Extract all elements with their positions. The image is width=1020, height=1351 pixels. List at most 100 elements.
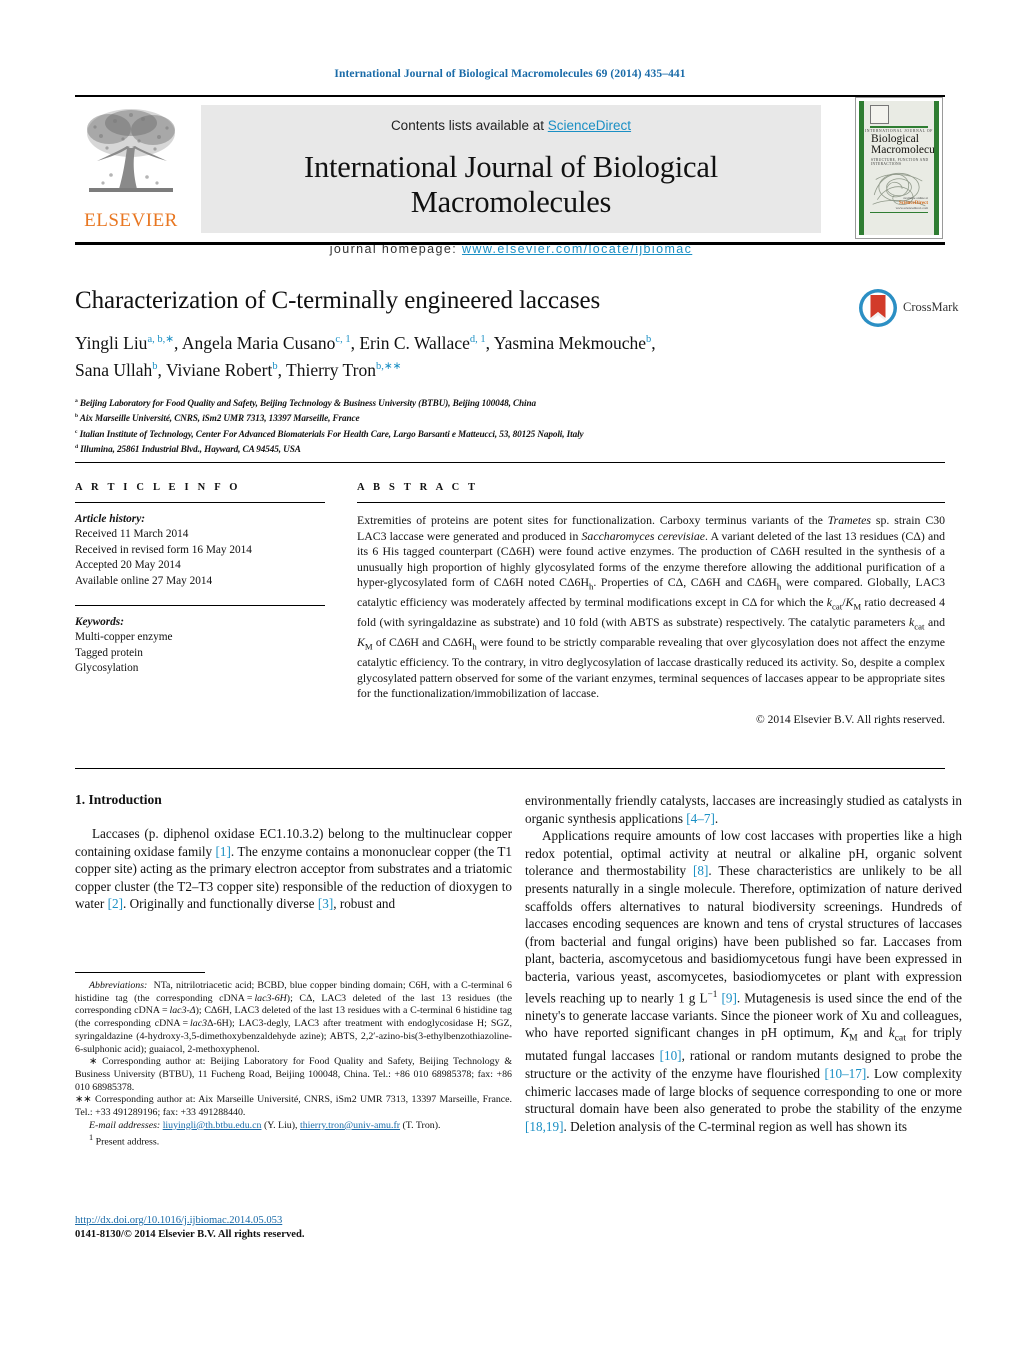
citation-ref[interactable]: [8] xyxy=(693,863,708,878)
abbreviations-note: Abbreviations: NTa, nitrilotriacetic aci… xyxy=(75,980,512,1055)
corresponding-author-text-2: Corresponding author at: Aix Marseille U… xyxy=(75,1094,512,1119)
email-note: E-mail addresses: liuyingli@th.btbu.edu.… xyxy=(75,1120,512,1133)
elsevier-wordmark: ELSEVIER xyxy=(84,210,178,231)
article-history-label: Article history: xyxy=(75,513,145,525)
keywords-rule xyxy=(75,605,325,607)
author-name: Erin C. Wallace xyxy=(359,332,470,353)
crossmark-label: CrossMark xyxy=(903,300,959,314)
affiliation-text: Illumina, 25861 Industrial Blvd., Haywar… xyxy=(80,444,301,455)
affiliation-item: d Illumina, 25861 Industrial Blvd., Hayw… xyxy=(75,441,845,457)
crossmark-icon xyxy=(859,289,897,327)
elsevier-logo: ELSEVIER xyxy=(77,103,185,238)
journal-masthead: ELSEVIER Contents lists available at Sci… xyxy=(75,95,945,256)
corresponding-author-text-1: Corresponding author at: Beijing Laborat… xyxy=(75,1056,512,1093)
affiliation-item: c Italian Institute of Technology, Cente… xyxy=(75,426,845,442)
applications-paragraph: Applications require amounts of low cost… xyxy=(525,828,962,1134)
affiliation-mark: c xyxy=(75,428,78,435)
masthead-top-rule xyxy=(75,95,945,97)
body-left-column: 1. Introduction Laccases (p. diphenol ox… xyxy=(75,792,512,913)
affiliation-text: Aix Marseille Université, CNRS, iSm2 UMR… xyxy=(79,413,360,424)
citation-ref[interactable]: [9] xyxy=(721,990,736,1005)
footnotes-block: Abbreviations: NTa, nitrilotriacetic aci… xyxy=(75,980,512,1149)
intro-paragraph: Laccases (p. diphenol oxidase EC1.10.3.2… xyxy=(75,826,512,912)
keywords-label: Keywords: xyxy=(75,616,124,629)
history-item: Received 11 March 2014 xyxy=(75,528,189,541)
journal-cover-inner: INTERNATIONAL JOURNAL OF Biological Macr… xyxy=(859,101,939,235)
abstract-rule xyxy=(357,502,945,503)
article-info-rule xyxy=(75,502,325,503)
present-address-note: 1 Present address. xyxy=(75,1132,512,1149)
citation-ref[interactable]: [4–7] xyxy=(686,811,715,826)
corresponding-author-note-2: ∗∗ Corresponding author at: Aix Marseill… xyxy=(75,1094,512,1119)
author-marks: b xyxy=(646,334,652,345)
email-label: E-mail addresses: xyxy=(89,1119,161,1131)
cover-elsevier-mark xyxy=(870,105,889,124)
abbreviations-label: Abbreviations: xyxy=(89,980,148,991)
abstract-heading: A B S T R A C T xyxy=(357,482,479,493)
paper-page: International Journal of Biological Macr… xyxy=(0,0,1020,1351)
affiliation-item: a Beijing Laboratory for Food Quality an… xyxy=(75,395,845,411)
journal-cover-thumbnail: INTERNATIONAL JOURNAL OF Biological Macr… xyxy=(855,97,943,239)
author-marks: b xyxy=(152,360,158,372)
author-marks: c, 1 xyxy=(335,334,351,345)
history-item: Available online 27 May 2014 xyxy=(75,574,213,587)
email-link-1[interactable]: liuyingli@th.btbu.edu.cn xyxy=(163,1120,262,1131)
author-marks: d, 1 xyxy=(469,334,486,345)
article-title: Characterization of C-terminally enginee… xyxy=(75,287,601,314)
author-entry: Yasmina Mekmoucheb xyxy=(494,333,652,353)
author-marks: a, b,∗ xyxy=(147,334,175,345)
keyword-item: Glycosylation xyxy=(75,662,139,675)
crossmark-badge[interactable]: CrossMark xyxy=(858,288,959,334)
citation-ref[interactable]: [10–17] xyxy=(824,1066,866,1081)
doi-block: http://dx.doi.org/10.1016/j.ijbiomac.201… xyxy=(75,1214,512,1242)
sciencedirect-link[interactable]: ScienceDirect xyxy=(548,118,631,133)
info-band-bottom-rule xyxy=(75,768,945,769)
cover-bottom-rule xyxy=(870,211,928,213)
keyword-item: Multi-copper enzyme xyxy=(75,631,173,644)
author-entry: Thierry Tronb,∗∗ xyxy=(286,360,401,380)
running-head: International Journal of Biological Macr… xyxy=(334,68,686,80)
cover-title: Biological Macromolecules xyxy=(871,133,939,156)
title-block: Characterization of C-terminally enginee… xyxy=(75,287,845,457)
corresponding-author-note-1: ∗ Corresponding author at: Beijing Labor… xyxy=(75,1056,512,1093)
citation-ref[interactable]: [1] xyxy=(216,844,231,859)
elsevier-tree-icon xyxy=(87,109,175,192)
doi-link[interactable]: http://dx.doi.org/10.1016/j.ijbiomac.201… xyxy=(75,1215,282,1226)
citation-ref[interactable]: [10] xyxy=(660,1048,682,1063)
article-info-column: A R T I C L E I N F O Article history: R… xyxy=(75,482,325,677)
affiliation-item: b Aix Marseille Université, CNRS, iSm2 U… xyxy=(75,410,845,426)
citation-ref[interactable]: [3] xyxy=(318,896,333,911)
issn-copyright-line: 0141-8130/© 2014 Elsevier B.V. All right… xyxy=(75,1229,305,1240)
present-address-text: Present address. xyxy=(95,1136,160,1148)
cover-sd-sub: www.sciencedirect.com xyxy=(895,206,928,210)
author-entry: Erin C. Wallaced, 1 xyxy=(359,333,485,353)
cover-top-rule xyxy=(870,126,928,128)
body-right-column: environmentally friendly catalysts, lacc… xyxy=(525,792,962,1135)
citation-ref[interactable]: [18,19] xyxy=(525,1119,563,1134)
author-marks: b,∗∗ xyxy=(375,360,402,372)
affiliation-mark: b xyxy=(75,413,78,420)
abstract-column: A B S T R A C T Extremities of proteins … xyxy=(357,482,945,726)
abstract-copyright: © 2014 Elsevier B.V. All rights reserved… xyxy=(756,713,945,726)
affiliation-text: Beijing Laboratory for Food Quality and … xyxy=(79,397,536,408)
article-history: Article history: Received 11 March 2014 … xyxy=(75,512,325,589)
author-entry: Viviane Robertb xyxy=(166,360,278,380)
email-link-2[interactable]: thierry.tron@univ-amu.fr xyxy=(300,1120,400,1131)
author-name: Sana Ullah xyxy=(75,359,153,380)
affiliation-mark: d xyxy=(75,444,78,451)
contents-prefix: Contents lists available at xyxy=(390,118,548,133)
history-item: Accepted 20 May 2014 xyxy=(75,559,181,572)
citation-ref[interactable]: [2] xyxy=(108,896,123,911)
email-owner-1: (Y. Liu), xyxy=(263,1119,298,1131)
introduction-heading: 1. Introduction xyxy=(75,792,162,807)
author-name: Viviane Robert xyxy=(165,359,273,380)
journal-title: International Journal of Biological Macr… xyxy=(304,150,718,219)
author-marks: b xyxy=(272,360,278,372)
keyword-item: Tagged protein xyxy=(75,646,143,659)
author-entry: Angela Maria Cusanoc, 1 xyxy=(182,333,351,353)
info-band-top-rule xyxy=(75,462,945,463)
article-info-heading: A R T I C L E I N F O xyxy=(75,482,241,493)
keywords-block: Keywords: Multi-copper enzyme Tagged pro… xyxy=(75,615,325,677)
cover-title-line2: Macromolecules xyxy=(871,144,939,156)
author-entry: Sana Ullahb xyxy=(75,360,158,380)
